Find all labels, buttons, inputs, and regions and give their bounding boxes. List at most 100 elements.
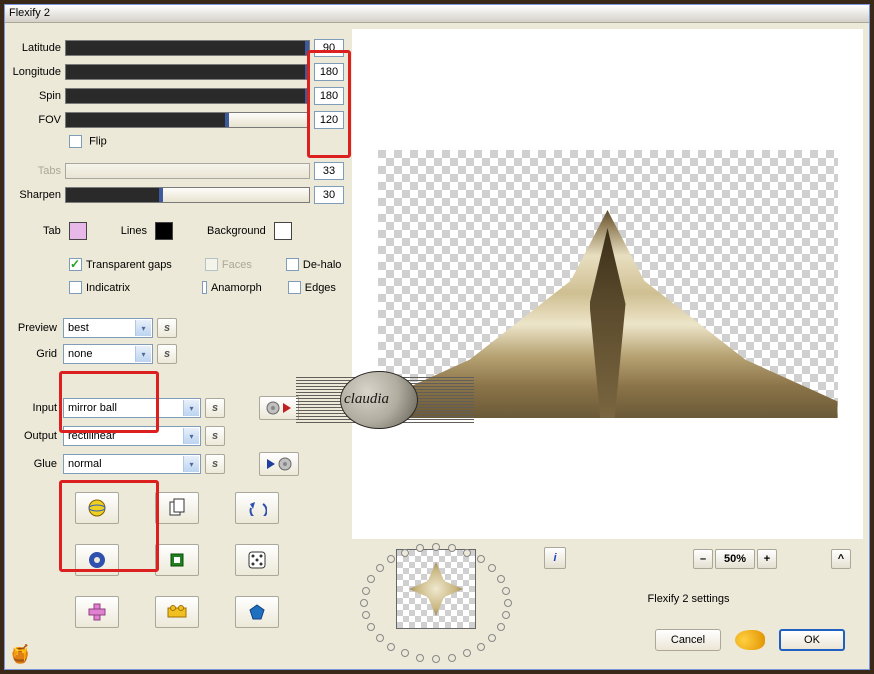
play-disc-button[interactable] [259, 452, 299, 476]
collapse-button[interactable]: ^ [831, 549, 851, 569]
zoom-out-button[interactable]: – [693, 549, 713, 569]
tabs-value[interactable]: 33 [314, 162, 344, 180]
undo-button[interactable] [235, 492, 279, 524]
zoom-in-button[interactable]: + [757, 549, 777, 569]
input-reset[interactable]: s [205, 398, 225, 418]
plus-button[interactable] [75, 596, 119, 628]
square-button[interactable] [155, 544, 199, 576]
preset-dot[interactable] [463, 649, 471, 657]
preset-dot[interactable] [432, 655, 440, 663]
dehalo-checkbox[interactable] [286, 258, 299, 271]
cancel-button[interactable]: Cancel [655, 629, 721, 651]
background-color-swatch[interactable] [274, 222, 292, 240]
sharpen-value[interactable]: 30 [314, 186, 344, 204]
zoom-value[interactable]: 50% [715, 549, 755, 569]
longitude-slider[interactable] [65, 64, 310, 80]
transparent-gaps-checkbox[interactable] [69, 258, 82, 271]
spin-row: Spin 180 [7, 87, 350, 105]
dehalo-label: De-halo [303, 259, 342, 271]
preset-dot[interactable] [387, 643, 395, 651]
sharpen-slider[interactable] [65, 187, 310, 203]
preview-reset[interactable]: s [157, 318, 177, 338]
grid-combo[interactable]: none▾ [63, 344, 153, 364]
preset-dot[interactable] [367, 623, 375, 631]
anamorph-checkbox[interactable] [202, 281, 207, 294]
preset-dot[interactable] [376, 564, 384, 572]
preset-dot[interactable] [362, 611, 370, 619]
indicatrix-checkbox[interactable] [69, 281, 82, 294]
preset-dot[interactable] [463, 549, 471, 557]
preset-dot[interactable] [362, 587, 370, 595]
preset-thumbnail[interactable] [396, 549, 476, 629]
glue-reset[interactable]: s [205, 454, 225, 474]
info-button[interactable]: i [544, 547, 566, 569]
preset-dot[interactable] [360, 599, 368, 607]
preview-canvas[interactable] [352, 29, 863, 539]
undo-icon [247, 500, 267, 516]
preset-dot[interactable] [376, 634, 384, 642]
pointing-hand-icon [735, 630, 765, 650]
preset-ring [364, 547, 534, 667]
tabs-slider [65, 163, 310, 179]
title-bar: Flexify 2 [5, 5, 869, 23]
disc-play-button[interactable] [259, 396, 299, 420]
spin-slider[interactable] [65, 88, 310, 104]
preset-dot[interactable] [416, 654, 424, 662]
edges-checkbox[interactable] [288, 281, 301, 294]
disc-play-icon [265, 401, 293, 415]
brick-button[interactable] [155, 596, 199, 628]
preset-dot[interactable] [367, 575, 375, 583]
pot-icon: 🍯 [9, 644, 31, 665]
watermark-text: claudia [344, 391, 389, 408]
ok-button[interactable]: OK [779, 629, 845, 651]
preview-area: claudia i – 50% [352, 29, 863, 667]
preset-dot[interactable] [401, 649, 409, 657]
tabs-label: Tabs [7, 165, 65, 177]
glue-row: Glue normal▾ s [7, 452, 350, 476]
copy-button[interactable] [155, 492, 199, 524]
gem-icon [248, 603, 266, 621]
preset-dot[interactable] [488, 564, 496, 572]
fov-slider[interactable] [65, 112, 310, 128]
preset-dot[interactable] [488, 634, 496, 642]
grid-combo-value: none [68, 348, 92, 360]
output-reset[interactable]: s [205, 426, 225, 446]
lines-color-swatch[interactable] [155, 222, 173, 240]
flip-checkbox[interactable] [69, 135, 82, 148]
glue-combo-value: normal [68, 458, 102, 470]
edges-label: Edges [305, 282, 336, 294]
preset-dot[interactable] [387, 555, 395, 563]
preset-dot[interactable] [497, 575, 505, 583]
grid-label: Grid [11, 348, 63, 360]
chevron-down-icon: ▾ [183, 400, 199, 416]
lines-color-label: Lines [121, 225, 147, 237]
grid-reset[interactable]: s [157, 344, 177, 364]
sharpen-label: Sharpen [7, 189, 65, 201]
preset-dot[interactable] [477, 555, 485, 563]
latitude-slider[interactable] [65, 40, 310, 56]
highlight-values [307, 50, 351, 158]
preview-combo[interactable]: best▾ [63, 318, 153, 338]
bottom-strip: i – 50% + ^ Flexify 2 settings Cancel [352, 539, 863, 667]
preset-dot[interactable] [502, 587, 510, 595]
dice-button[interactable] [235, 544, 279, 576]
preset-dot[interactable] [448, 654, 456, 662]
faces-label: Faces [222, 259, 252, 271]
faces-checkbox [205, 258, 218, 271]
tabs-row: Tabs 33 [7, 162, 350, 180]
preset-dot[interactable] [477, 643, 485, 651]
preset-dot[interactable] [432, 543, 440, 551]
flip-label: Flip [89, 135, 107, 147]
tab-color-swatch[interactable] [69, 222, 87, 240]
latitude-label: Latitude [7, 42, 65, 54]
gem-button[interactable] [235, 596, 279, 628]
preset-dot[interactable] [497, 623, 505, 631]
preview-row: Preview best▾ s [7, 318, 350, 338]
preset-dot[interactable] [502, 611, 510, 619]
sharpen-row: Sharpen 30 [7, 186, 350, 204]
grid-row: Grid none▾ s [7, 344, 350, 364]
preset-dot[interactable] [401, 549, 409, 557]
glue-combo[interactable]: normal▾ [63, 454, 201, 474]
preset-dot[interactable] [504, 599, 512, 607]
chevron-down-icon: ▾ [183, 428, 199, 444]
